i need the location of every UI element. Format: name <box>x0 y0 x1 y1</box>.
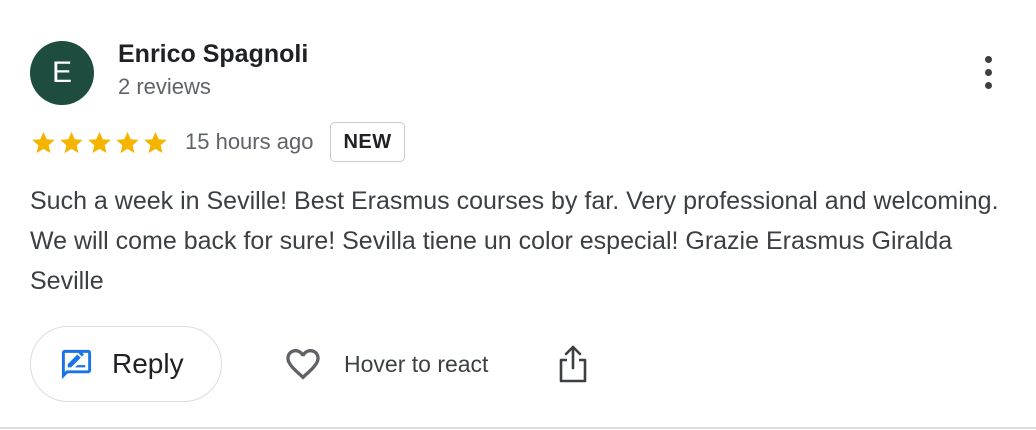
star-rating <box>30 129 169 156</box>
star-filled-icon <box>144 131 167 153</box>
share-icon <box>559 345 587 383</box>
star-filled-icon <box>88 131 111 153</box>
heart-outline-icon <box>286 349 320 380</box>
review-card: E Enrico Spagnoli 2 reviews 15 hours ago… <box>0 0 1036 430</box>
react-button[interactable]: Hover to react <box>282 338 488 390</box>
share-button[interactable] <box>556 344 590 384</box>
more-vert-icon-dot <box>984 68 992 76</box>
reply-label: Reply <box>112 348 184 379</box>
more-options-button[interactable] <box>970 50 1006 94</box>
reply-edit-icon <box>61 349 92 379</box>
star-filled-icon <box>116 131 139 153</box>
author-review-count: 2 reviews <box>118 74 211 99</box>
avatar-initial: E <box>51 56 72 89</box>
reply-button[interactable]: Reply <box>30 326 222 402</box>
rating-row: 15 hours ago NEW <box>30 122 405 162</box>
more-vert-icon-dot <box>984 81 992 89</box>
more-vert-icon-dot <box>984 55 992 63</box>
review-text: Such a week in Seville! Best Erasmus cou… <box>30 187 999 295</box>
bottom-divider <box>0 427 1036 429</box>
react-label: Hover to react <box>344 350 489 377</box>
review-timestamp: 15 hours ago <box>185 129 314 154</box>
avatar[interactable]: E <box>30 41 94 105</box>
star-filled-icon <box>32 131 55 153</box>
author-name[interactable]: Enrico Spagnoli <box>118 40 308 69</box>
star-filled-icon <box>60 131 83 153</box>
new-badge: NEW <box>330 122 405 162</box>
